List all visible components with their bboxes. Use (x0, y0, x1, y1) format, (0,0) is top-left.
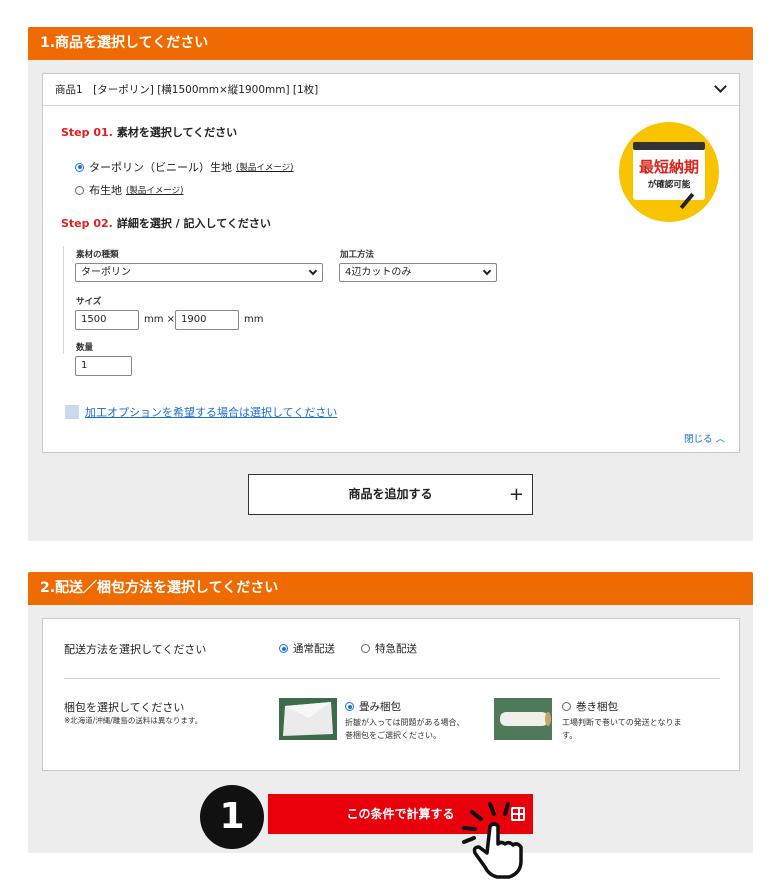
pointer-hand-icon (462, 802, 523, 879)
radio-selected-icon[interactable] (75, 162, 84, 172)
processing-select[interactable]: 4辺カットのみ (339, 263, 497, 282)
processing-value: 4辺カットのみ (345, 267, 412, 278)
divider (64, 678, 720, 679)
product-accordion-header[interactable]: 商品1 [ターポリン] [横1500mm×縦1900mm] [1枚] (43, 74, 739, 106)
material-label: 布生地 (89, 184, 122, 197)
fastest-delivery-badge: 最短納期 が確認可能 (619, 122, 719, 222)
width-input[interactable]: 1500 (75, 310, 139, 330)
quantity-label: 数量 (76, 343, 94, 353)
mm-unit: mm (244, 314, 264, 325)
radio-selected-icon[interactable] (279, 644, 288, 653)
rolled-desc-line1: 工場判断で巻いての発送となりま (562, 718, 682, 727)
step2-heading: Step 02. 詳細を選択 / 記入してください (61, 215, 271, 231)
step1-label: 素材を選択してください (116, 126, 238, 139)
calendar-bar (633, 142, 705, 150)
calculate-label: この条件で計算する (346, 807, 455, 821)
material-type-select[interactable]: ターポリン (75, 263, 323, 282)
material-option-tarpaulin[interactable]: ターポリン（ビニール）生地 (製品イメージ) (75, 159, 293, 175)
step1-heading: Step 01. 素材を選択してください (61, 124, 237, 140)
packing-option-label: 巻き梱包 (576, 701, 618, 713)
plus-icon: + (508, 484, 524, 505)
processing-label: 加工方法 (340, 250, 375, 260)
product-section: 1.商品を選択してください 商品1 [ターポリン] [横1500mm×縦1900… (28, 27, 753, 541)
shipping-section-title: 2.配送／梱包方法を選択してください (28, 572, 753, 605)
shipping-option-label: 特急配送 (375, 643, 417, 655)
material-type-label: 素材の種類 (76, 250, 119, 260)
product-summary: 商品1 [ターポリン] [横1500mm×縦1900mm] [1枚] (55, 84, 319, 96)
packing-option-label: 畳み梱包 (359, 701, 401, 713)
height-input[interactable]: 1900 (175, 310, 239, 330)
packing-note: ※北海道/沖縄/離島の送料は異なります。 (64, 716, 203, 725)
product-section-title: 1.商品を選択してください (28, 27, 753, 60)
rolled-desc-line2: す。 (562, 731, 578, 740)
rolled-desc: 工場判断で巻いての発送となりま す。 (562, 716, 682, 742)
packing-option-rolled[interactable]: 巻き梱包 (562, 699, 618, 714)
folded-desc-line2: 巻梱包をご選択ください。 (345, 731, 441, 740)
shipping-card: 配送方法を選択してください 通常配送 特急配送 梱包を選択してください ※北海道… (42, 618, 740, 771)
add-product-label: 商品を追加する (348, 487, 433, 501)
shipping-method-label: 配送方法を選択してください (64, 643, 207, 656)
shipping-option-express[interactable]: 特急配送 (361, 641, 417, 656)
close-link[interactable]: 閉じる ︿ (684, 431, 725, 445)
chevron-down-icon (308, 266, 318, 276)
packing-label: 梱包を選択してください (64, 701, 185, 714)
size-label: サイズ (76, 297, 102, 307)
folded-desc-line1: 折皺が入っては問題がある場合、 (345, 718, 465, 727)
quantity-input[interactable]: 1 (75, 356, 132, 376)
packing-option-folded[interactable]: 畳み梱包 (345, 699, 401, 714)
radio-icon[interactable] (75, 185, 84, 195)
chevron-down-icon[interactable] (714, 80, 727, 93)
material-type-value: ターポリン (81, 267, 131, 278)
chevron-down-icon (482, 266, 492, 276)
step2-number: Step 02. (61, 217, 113, 230)
product-image-link[interactable]: (製品イメージ) (126, 184, 183, 196)
rolled-packing-image (494, 698, 552, 740)
radio-icon[interactable] (562, 702, 571, 711)
step2-label: 詳細を選択 / 記入してください (116, 217, 271, 230)
add-product-button[interactable]: 商品を追加する + (248, 474, 533, 515)
folded-desc: 折皺が入っては問題がある場合、 巻梱包をご選択ください。 (345, 716, 464, 742)
product-card: 商品1 [ターポリン] [横1500mm×縦1900mm] [1枚] Step … (42, 73, 740, 453)
shipping-option-label: 通常配送 (293, 643, 335, 655)
step-marker-badge: 1 (200, 785, 264, 849)
badge-line2: が確認可能 (647, 180, 691, 190)
badge-line1: 最短納期 (638, 158, 699, 176)
radio-selected-icon[interactable] (345, 702, 354, 711)
step1-number: Step 01. (61, 126, 113, 139)
processing-option-toggle[interactable]: 加工オプションを希望する場合は選択してください (65, 404, 337, 420)
material-option-cloth[interactable]: 布生地 (製品イメージ) (75, 182, 183, 198)
shipping-option-normal[interactable]: 通常配送 (279, 641, 335, 656)
divider (63, 246, 64, 354)
times-unit: mm × (144, 314, 176, 325)
product-image-link[interactable]: (製品イメージ) (236, 161, 293, 173)
material-label: ターポリン（ビニール）生地 (89, 161, 232, 174)
folded-packing-image (279, 698, 337, 740)
radio-icon[interactable] (361, 644, 370, 653)
processing-option-link[interactable]: 加工オプションを希望する場合は選択してください (85, 404, 337, 420)
checkbox-icon[interactable] (65, 405, 79, 419)
